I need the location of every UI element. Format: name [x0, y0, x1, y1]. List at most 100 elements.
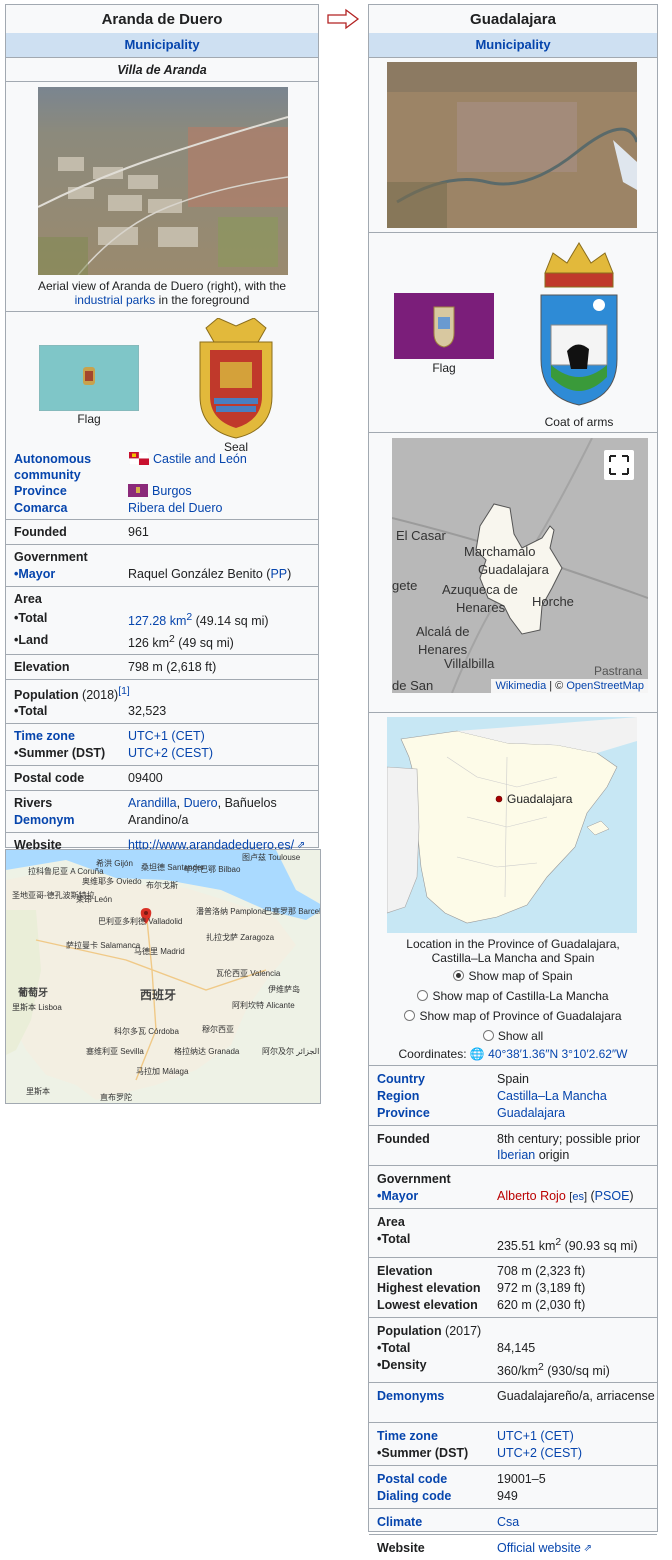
province-link[interactable]: Guadalajara [497, 1106, 565, 1120]
summer-time-label[interactable]: Summer (DST) [14, 745, 128, 762]
region-label[interactable]: Region [377, 1088, 497, 1105]
area-total-row: Total 127.28 km2 (49.14 sq mi) [6, 610, 318, 629]
province-row: Province Guadalajara [369, 1105, 657, 1122]
summer-time-label[interactable]: Summer (DST) [377, 1445, 497, 1462]
mayor-row: Mayor Alberto Rojo [es] (PSOE) [369, 1188, 657, 1205]
infobox-guadalajara: Guadalajara Municipality Flag Coat of ar… [368, 4, 658, 1555]
map-label: 马德里 Madrid [134, 947, 185, 956]
province-label[interactable]: Province [377, 1105, 497, 1122]
map-place: Henares [456, 600, 506, 615]
coat-of-arms-label: Coat of arms [544, 415, 614, 429]
comarca-row: Comarca Ribera del Duero [6, 500, 318, 517]
postal-code-row: Postal code 09400 [6, 770, 318, 787]
flag-image[interactable] [39, 345, 139, 411]
aerial-photo[interactable] [38, 87, 288, 275]
aerial-photo-section: Aerial view of Aranda de Duero (right), … [6, 81, 318, 311]
timezone-label[interactable]: Time zone [14, 728, 128, 745]
river-3: Bañuelos [224, 796, 277, 811]
area-total-value[interactable]: 127.28 km [128, 614, 186, 628]
area-total-label: Total [14, 610, 128, 629]
industrial-parks-link[interactable]: industrial parks [75, 293, 156, 307]
area-label: Area [14, 592, 42, 606]
country-row: Country Spain [369, 1071, 657, 1088]
mayor-link[interactable]: Alberto Rojo [497, 1189, 566, 1203]
location-caption: Location in the Province of Guadalajara,… [406, 937, 620, 965]
province-label[interactable]: Province [14, 483, 128, 500]
summer-time-value[interactable]: UTC+2 (CEST) [497, 1446, 582, 1460]
climate-link[interactable]: Csa [497, 1515, 519, 1529]
map-label: 扎拉戈萨 Zaragoza [206, 933, 275, 942]
comarca-link[interactable]: Ribera del Duero [128, 501, 223, 515]
location-map-section: Guadalajara Location in the Province of … [369, 712, 657, 1065]
autonomous-community-label[interactable]: Autonomous community [14, 451, 129, 483]
municipality-band[interactable]: Municipality [6, 33, 318, 57]
map-label: 格拉纳达 Granada [174, 1047, 240, 1056]
spain-map-marker-label: Guadalajara [507, 792, 573, 806]
iberia-map[interactable]: 拉科鲁尼亚 A Coruña 希洪 Gijón 桑坦德 Santander 毕尔… [5, 849, 321, 1104]
province-row: Province Burgos [6, 483, 318, 500]
interactive-map[interactable]: El Casar Marchamalo Guadalajara Azuqueca… [392, 438, 648, 693]
elevation-value: 708 m (2,323 ft) [497, 1264, 586, 1279]
postal-code-value: 09400 [128, 771, 163, 786]
arrow-right-icon [327, 8, 360, 30]
coordinates-link[interactable]: 40°38′1.36″N 3°10′2.62″W [488, 1047, 627, 1061]
mayor-lang-link[interactable]: es [572, 1191, 584, 1203]
map-place: Azuqueca de [442, 582, 518, 597]
openstreetmap-link[interactable]: OpenStreetMap [566, 680, 644, 692]
radio-show-castilla[interactable]: Show map of Castilla-La Mancha [369, 989, 657, 1003]
map-label: 直布罗陀 [100, 1093, 132, 1102]
government-row: Government [6, 549, 318, 566]
government-label: Government [377, 1172, 451, 1186]
comarca-label[interactable]: Comarca [14, 500, 128, 517]
iberian-link[interactable]: Iberian [497, 1148, 535, 1162]
country-label[interactable]: Country [377, 1071, 497, 1088]
climate-label[interactable]: Climate [377, 1514, 497, 1531]
postal-code-label[interactable]: Postal code [377, 1471, 497, 1488]
mayor-value: Raquel González Benito [128, 567, 263, 581]
river-link-2[interactable]: Duero [184, 796, 218, 810]
demonyms-label[interactable]: Demonyms [377, 1388, 497, 1405]
spain-locator-map[interactable] [387, 717, 637, 933]
timezone-row: Time zone UTC+1 (CET) [369, 1428, 657, 1445]
radio-show-spain[interactable]: Show map of Spain [369, 969, 657, 983]
dialing-code-label[interactable]: Dialing code [377, 1488, 497, 1505]
radio-show-province[interactable]: Show map of Province of Guadalajara [369, 1009, 657, 1023]
seal-image[interactable] [188, 318, 284, 440]
area-row: Area [6, 591, 318, 608]
summer-time-value[interactable]: UTC+2 (CEST) [128, 746, 213, 760]
website-link[interactable]: Official website [497, 1541, 581, 1555]
mayor-label[interactable]: Mayor [14, 566, 128, 583]
website-label: Website [377, 1541, 425, 1556]
map-label: 里斯本 Lisboa [12, 1003, 62, 1012]
globe-icon[interactable]: 🌐 [470, 1047, 485, 1061]
river-link-1[interactable]: Arandilla [128, 796, 177, 810]
mayor-label[interactable]: Mayor [377, 1188, 497, 1205]
population-total-label: Total [377, 1340, 497, 1357]
timezone-value[interactable]: UTC+1 (CET) [497, 1429, 574, 1443]
government-label: Government [14, 550, 88, 564]
burgos-flag-icon [128, 484, 148, 497]
founded-value: 961 [128, 525, 149, 539]
map-label: 里斯本 [26, 1087, 50, 1096]
province-link[interactable]: Burgos [152, 484, 192, 498]
map-place: Henares [418, 642, 468, 657]
radio-show-all[interactable]: Show all [369, 1029, 657, 1043]
region-link[interactable]: Castilla–La Mancha [497, 1089, 607, 1103]
population-total-row: Total 84,145 [369, 1340, 657, 1357]
aerial-photo[interactable] [387, 62, 637, 228]
wikimedia-link[interactable]: Wikimedia [495, 680, 546, 692]
aerial-photo-section [369, 57, 657, 232]
timezone-value[interactable]: UTC+1 (CET) [128, 729, 205, 743]
municipality-band[interactable]: Municipality [369, 33, 657, 57]
map-place: El Casar [396, 528, 446, 543]
coat-of-arms-image[interactable] [531, 239, 627, 409]
autonomous-community-link[interactable]: Castile and León [153, 452, 247, 466]
mayor-party-link[interactable]: PP [270, 567, 287, 581]
flag-image[interactable] [394, 293, 494, 359]
timezone-label[interactable]: Time zone [377, 1428, 497, 1445]
mayor-party-link[interactable]: PSOE [595, 1189, 630, 1203]
population-ref[interactable]: [1] [118, 686, 130, 697]
demonym-value: Arandino/a [128, 813, 189, 828]
demonym-label[interactable]: Demonym [14, 812, 128, 829]
rivers-label: Rivers [14, 796, 53, 811]
